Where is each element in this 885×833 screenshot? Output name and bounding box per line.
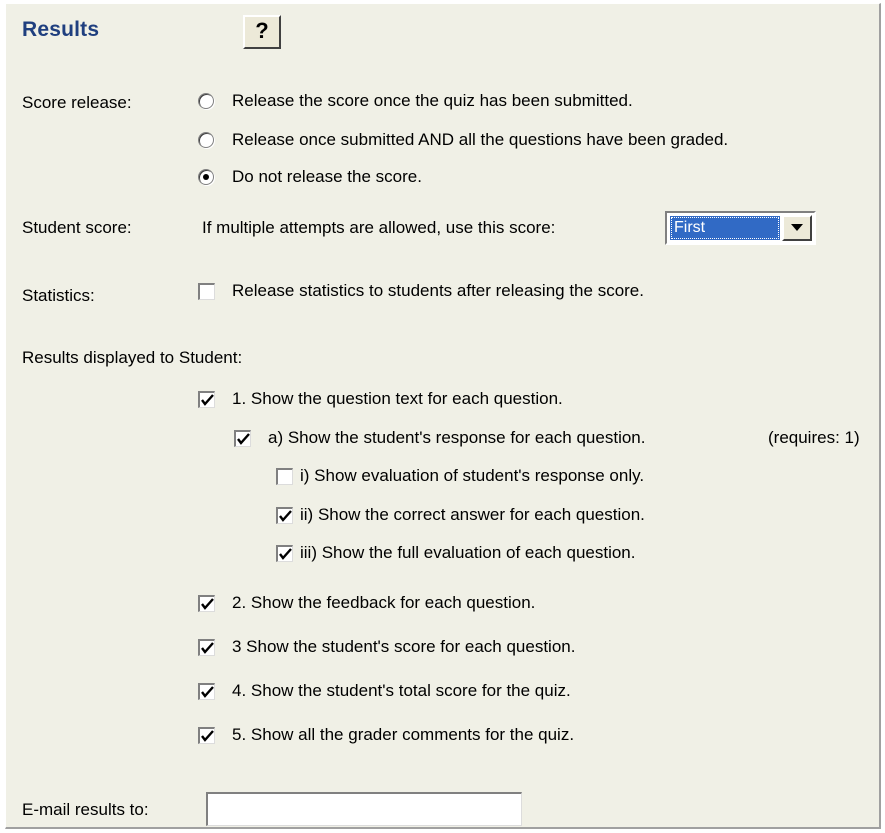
help-button[interactable]: ? [243,15,281,49]
checkbox-label: Release statistics to students after rel… [232,281,644,300]
chevron-down-icon [791,224,803,231]
section-title: Results [22,18,100,41]
checkbox-label: a) Show the student's response for each … [268,428,646,447]
checkmark-icon [201,642,214,654]
results-panel: Results ? Score release: Release the sco… [5,3,881,829]
checkbox-label: i) Show evaluation of student's response… [300,466,645,485]
checkmark-icon [279,548,292,560]
radio-label: Release once submitted AND all the quest… [232,130,729,149]
checkmark-icon [279,510,292,522]
checkmark-icon [201,598,214,610]
checkbox-label: iii) Show the full evaluation of each qu… [300,543,636,562]
checkbox-checked[interactable] [234,430,251,447]
checkbox-label: 1. Show the question text for each quest… [232,389,563,408]
checkbox-label: 2. Show the feedback for each question. [232,593,536,612]
results-displayed-heading: Results displayed to Student: [22,348,243,367]
checkbox[interactable] [276,468,293,485]
checkbox-checked[interactable] [198,391,215,408]
checkmark-icon [201,394,214,406]
radio-button[interactable] [198,132,214,148]
select-value: First [670,216,780,240]
checkbox-checked[interactable] [276,507,293,524]
checkmark-icon [201,686,214,698]
checkbox-label: 4. Show the student's total score for th… [232,681,571,700]
statistics-label: Statistics: [22,286,95,305]
checkbox-checked[interactable] [276,545,293,562]
checkbox-label: ii) Show the correct answer for each que… [300,505,645,524]
help-icon: ? [255,18,269,43]
checkbox-checked[interactable] [198,639,215,656]
checkbox[interactable] [198,283,215,300]
student-score-select[interactable]: First [665,211,816,245]
checkbox-label: 3 Show the student's score for each ques… [232,637,576,656]
student-score-prompt: If multiple attempts are allowed, use th… [202,218,556,237]
score-release-label: Score release: [22,93,132,112]
dropdown-button[interactable] [782,215,812,241]
checkbox-checked[interactable] [198,595,215,612]
checkmark-icon [237,433,250,445]
radio-button-selected[interactable] [198,169,214,185]
radio-button[interactable] [198,93,214,109]
email-input[interactable] [206,792,522,826]
checkmark-icon [201,730,214,742]
radio-label: Do not release the score. [232,167,422,186]
requires-note: (requires: 1) [768,428,860,447]
checkbox-checked[interactable] [198,727,215,744]
radio-label: Release the score once the quiz has been… [232,91,633,110]
email-label: E-mail results to: [22,800,149,819]
checkbox-checked[interactable] [198,683,215,700]
checkbox-label: 5. Show all the grader comments for the … [232,725,575,744]
student-score-label: Student score: [22,218,132,237]
